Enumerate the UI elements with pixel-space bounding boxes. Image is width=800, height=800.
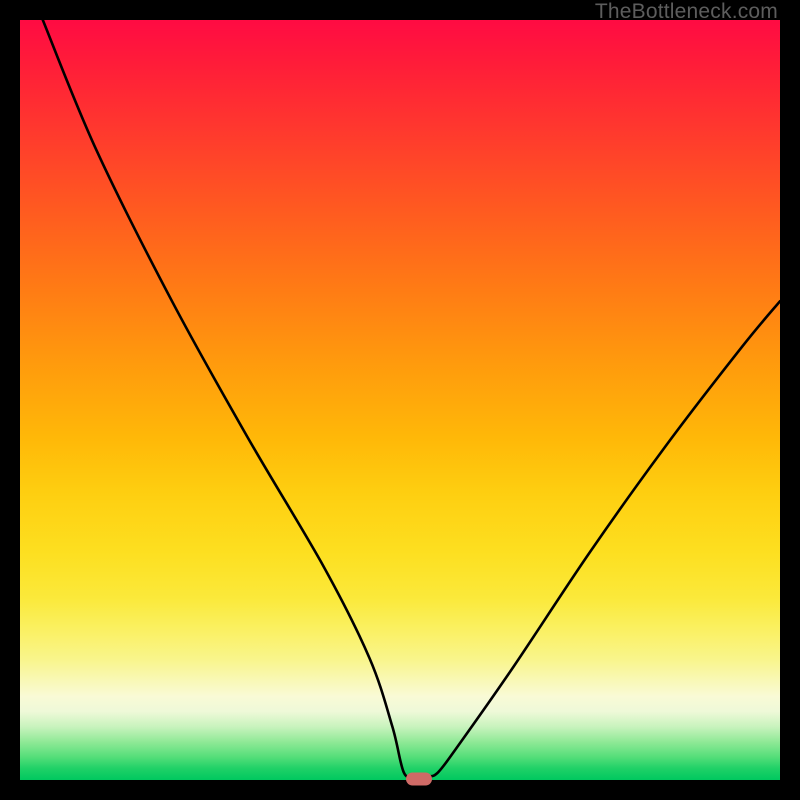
plot-area (20, 20, 780, 780)
bottleneck-curve (20, 20, 780, 780)
chart-frame: TheBottleneck.com (0, 0, 800, 800)
optimum-marker (406, 773, 432, 786)
watermark-text: TheBottleneck.com (595, 0, 778, 24)
